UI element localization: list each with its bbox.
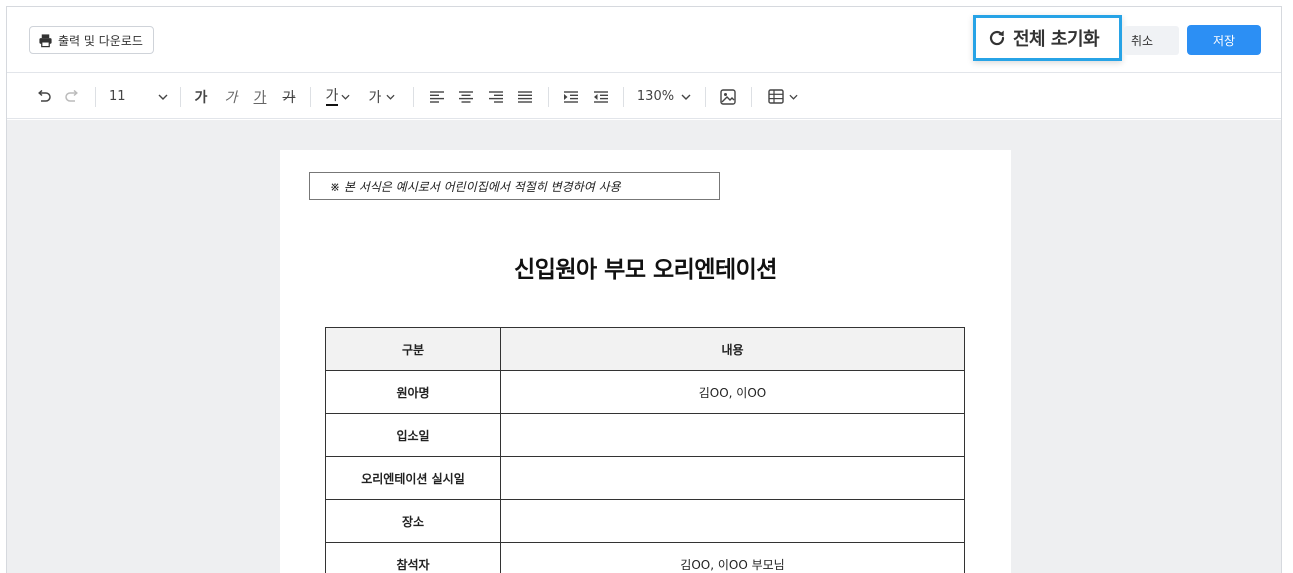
cancel-button[interactable]: 취소 [1124, 26, 1179, 55]
row-label: 참석자 [325, 542, 501, 573]
toolbar-divider [751, 87, 752, 107]
table-row: 참석자 김OO, 이OO 부모님 [325, 542, 965, 573]
font-size-value: 11 [109, 89, 126, 104]
row-value[interactable] [500, 499, 965, 543]
table-row: 원아명 김OO, 이OO [325, 370, 965, 414]
highlight-glyph: 가 [368, 89, 382, 106]
row-label: 장소 [325, 499, 501, 543]
insert-table-button[interactable] [763, 74, 803, 119]
redo-button[interactable] [61, 74, 83, 119]
insert-image-button[interactable] [717, 74, 739, 119]
save-button[interactable]: 저장 [1187, 25, 1261, 55]
document-page[interactable]: ※ 본 서식은 예시로서 어린이집에서 적절히 변경하여 사용 신입원아 부모 … [280, 150, 1011, 573]
table-header-cell: 구분 [325, 327, 501, 371]
redo-icon [65, 89, 78, 102]
table-row: 입소일 [325, 413, 965, 457]
print-download-button[interactable]: 출력 및 다운로드 [29, 26, 154, 54]
align-center-icon [459, 90, 473, 103]
align-right-icon [489, 90, 503, 103]
zoom-value: 130% [636, 89, 675, 104]
align-justify-icon [518, 90, 532, 103]
undo-button[interactable] [33, 74, 55, 119]
zoom-select[interactable]: 130% [635, 74, 693, 119]
printer-icon [39, 33, 52, 47]
image-icon [720, 88, 736, 105]
indent-button[interactable] [560, 74, 582, 119]
indent-icon [564, 90, 578, 103]
toolbar-divider [413, 87, 414, 107]
row-value[interactable]: 김OO, 이OO [500, 370, 965, 414]
row-value[interactable]: 김OO, 이OO 부모님 [500, 542, 965, 573]
align-left-button[interactable] [427, 74, 447, 119]
row-value[interactable] [500, 413, 965, 457]
italic-button[interactable]: 가 [219, 74, 243, 119]
template-notice: ※ 본 서식은 예시로서 어린이집에서 적절히 변경하여 사용 [309, 172, 720, 200]
table-header-cell: 내용 [500, 327, 965, 371]
table-row: 오리엔테이션 실시일 [325, 456, 965, 500]
chevron-down-icon [341, 94, 350, 100]
outdent-icon [594, 90, 608, 103]
align-center-button[interactable] [456, 74, 476, 119]
chevron-down-icon [681, 94, 691, 100]
table-icon [768, 89, 784, 104]
font-color-button[interactable]: 가 [321, 74, 355, 119]
row-label: 원아명 [325, 370, 501, 414]
formatting-toolbar: 11 가 가 가 가 가 가 130% [7, 74, 1281, 119]
bold-button[interactable]: 가 [189, 74, 213, 119]
print-download-label: 출력 및 다운로드 [58, 33, 143, 48]
document-canvas: ※ 본 서식은 예시로서 어린이집에서 적절히 변경하여 사용 신입원아 부모 … [7, 120, 1281, 573]
underline-button[interactable]: 가 [248, 74, 272, 119]
refresh-icon [989, 30, 1005, 46]
table-row: 장소 [325, 499, 965, 543]
undo-icon [38, 89, 51, 102]
font-color-glyph: 가 [325, 87, 339, 106]
outdent-button[interactable] [590, 74, 612, 119]
font-size-select[interactable]: 11 [105, 74, 175, 119]
editor-window: 출력 및 다운로드 전체 초기화 취소 저장 11 가 가 가 가 가 가 13… [6, 6, 1282, 573]
highlight-color-button[interactable]: 가 [364, 74, 400, 119]
reset-all-label: 전체 초기화 [1013, 29, 1100, 50]
toolbar-divider [180, 87, 181, 107]
toolbar-divider [705, 87, 706, 107]
orientation-table: 구분 내용 원아명 김OO, 이OO 입소일 오리엔테이션 실시일 장소 참석자… [325, 327, 965, 573]
document-title: 신입원아 부모 오리엔테이션 [514, 257, 777, 283]
chevron-down-icon [789, 94, 798, 100]
chevron-down-icon [158, 94, 168, 100]
align-right-button[interactable] [486, 74, 506, 119]
row-label: 오리엔테이션 실시일 [325, 456, 501, 500]
reset-all-button[interactable]: 전체 초기화 [973, 15, 1122, 61]
row-label: 입소일 [325, 413, 501, 457]
table-header-row: 구분 내용 [325, 327, 965, 371]
align-left-icon [430, 90, 444, 103]
row-value[interactable] [500, 456, 965, 500]
toolbar-divider [623, 87, 624, 107]
toolbar-divider [310, 87, 311, 107]
strikethrough-button[interactable]: 가 [277, 74, 301, 119]
chevron-down-icon [386, 94, 395, 100]
toolbar-divider [95, 87, 96, 107]
header-bar: 출력 및 다운로드 전체 초기화 취소 저장 [7, 7, 1281, 73]
align-justify-button[interactable] [515, 74, 535, 119]
toolbar-divider [548, 87, 549, 107]
